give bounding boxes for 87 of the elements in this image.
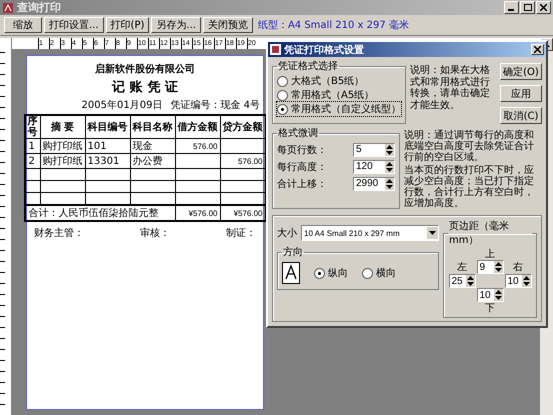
radio-option[interactable]: 纵向 (314, 266, 348, 280)
note-text: 说明：如果在大格式和常用格式进行转换，请单击确定才能生效。 (410, 64, 491, 112)
column-header: 序号 (24, 115, 40, 138)
column-header: 摘 要 (40, 115, 85, 138)
spin-field[interactable]: 10 (504, 274, 532, 288)
table-cell: ¥576.00 (175, 205, 220, 221)
radio-icon[interactable] (277, 104, 288, 114)
spin-field[interactable]: 120 (353, 160, 395, 174)
toolbar-button[interactable]: 打印(P) (106, 17, 150, 33)
column-header: 借方金额 (175, 115, 220, 138)
field-label: 右 (513, 261, 523, 274)
note-text: 当本页的行数打印不下时，应减少空白高度；当已打下指定行数，合计行上方有空白时，应增加高度。 (404, 165, 535, 209)
group-title: 格式微调 (277, 126, 319, 140)
toolbar-button[interactable]: 另存为... (151, 17, 201, 33)
toolbar-button[interactable]: 关闭预览 (202, 17, 253, 33)
dialog-button[interactable]: 确定(O) (500, 63, 542, 80)
portrait-page-icon (282, 262, 300, 284)
column-header: 科目名称 (130, 115, 175, 138)
paper-size-label: 纸型：A4 Small 210 x 297 毫米 (258, 18, 409, 32)
voucher-number: 凭证编号：现金 4号 (170, 98, 260, 112)
dialog-button[interactable]: 应用 (500, 85, 542, 102)
signature-label: 审核： (140, 226, 170, 240)
spin-field[interactable]: 10 (476, 288, 504, 302)
voucher-date: 2005年01月09日 (82, 99, 162, 112)
spin-arrows-icon[interactable] (494, 289, 502, 301)
radio-icon[interactable] (314, 268, 325, 278)
spin-arrows-icon[interactable] (385, 178, 394, 190)
close-button[interactable] (536, 1, 551, 14)
paper-size-select[interactable]: 10 A4 Small 210 x 297 mm (301, 225, 439, 241)
table-cell: 购打印纸 (40, 138, 85, 154)
radio-option[interactable]: 常用格式（A5纸） (277, 88, 401, 102)
toolbar-button[interactable]: 缩放 (4, 17, 42, 33)
table-cell: 办公费 (130, 154, 175, 168)
radio-label: 常用格式（A5纸） (291, 88, 374, 102)
field-label: 大小 (277, 226, 297, 240)
radio-icon[interactable] (362, 268, 373, 278)
table-cell: 购打印纸 (40, 154, 85, 168)
spin-arrows-icon[interactable] (466, 275, 474, 287)
field-label: 每行高度： (277, 160, 327, 174)
radio-label: 横向 (376, 266, 396, 280)
spin-arrows-icon[interactable] (385, 144, 394, 156)
spin-arrows-icon[interactable] (522, 275, 530, 287)
group-title: 凭证格式选择 (277, 60, 339, 73)
note-text: 说明：通过调节每行的高度和底端空白高度可去除凭证合计行前的空白区域。 (404, 130, 535, 163)
app-icon (2, 2, 14, 14)
spin-field[interactable]: 25 (448, 274, 476, 288)
table-cell: 576.00 (175, 138, 220, 154)
field-label: 上 (485, 248, 495, 261)
dialog-button[interactable]: 取消(C) (500, 107, 542, 124)
field-label: 左 (457, 261, 467, 274)
app-icon (270, 44, 281, 55)
field-label: 每页行数： (277, 144, 327, 156)
window-title: 查询打印 (17, 0, 61, 15)
table-cell: 1 (24, 138, 40, 154)
close-icon (540, 4, 547, 11)
spin-field[interactable]: 5 (353, 142, 395, 156)
company-name: 启新软件股份有限公司 (95, 62, 195, 76)
table-cell: 2 (24, 154, 40, 168)
signature-label: 财务主管： (34, 226, 84, 240)
spin-arrows-icon[interactable] (385, 160, 394, 172)
radio-icon[interactable] (277, 76, 288, 86)
field-label: 合计上移： (277, 178, 327, 190)
spin-field[interactable]: 9 (476, 260, 504, 274)
spin-field[interactable]: 2990 (353, 176, 395, 190)
table-cell: 现金 (130, 138, 175, 154)
radio-option[interactable]: 大格式（B5纸） (277, 74, 401, 88)
spin-arrows-icon[interactable] (494, 261, 502, 273)
close-icon (534, 46, 541, 53)
radio-label: 大格式（B5纸） (291, 74, 364, 88)
group-title: 方向 (282, 246, 304, 259)
toolbar-button[interactable]: 打印设置... (44, 17, 104, 33)
table-cell: 101 (85, 138, 130, 154)
dialog-title: 凭证打印格式设置 (284, 44, 364, 56)
group-title: 页边距（毫米 mm） (448, 220, 510, 247)
total-label: 合计：人民币伍佰柒拾陆元整 (24, 205, 175, 221)
maximize-button[interactable] (520, 1, 535, 14)
minimize-button[interactable] (504, 1, 519, 14)
maximize-icon (524, 4, 532, 11)
column-header: 科目编号 (85, 115, 130, 138)
field-label: 下 (485, 302, 495, 315)
voucher-title: 记 账 凭 证 (112, 79, 178, 96)
radio-option[interactable]: 横向 (362, 266, 396, 280)
radio-icon[interactable] (277, 90, 288, 100)
radio-label: 纵向 (328, 267, 348, 280)
table-cell: 13301 (85, 154, 130, 168)
close-button[interactable] (531, 44, 544, 55)
signature-label: 制证： (226, 226, 256, 240)
